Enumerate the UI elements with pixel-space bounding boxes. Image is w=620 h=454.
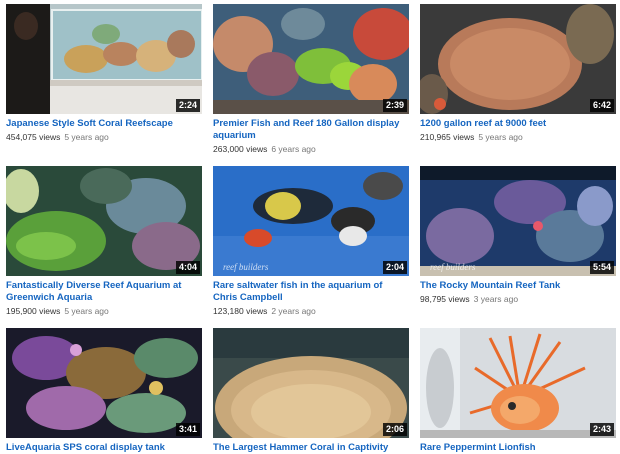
video-thumbnail[interactable]: 2:39 <box>213 4 409 114</box>
video-card: 6:42 1200 gallon reef at 9000 feet 210,9… <box>420 4 616 143</box>
video-thumbnail[interactable]: reef builders 5:54 <box>420 166 616 276</box>
video-card: reef builders 2:04 Rare saltwater fish i… <box>213 166 409 317</box>
video-card: 2:39 Premier Fish and Reef 180 Gallon di… <box>213 4 409 155</box>
thumbnail-image <box>6 4 202 114</box>
view-count: 210,965 views <box>420 132 475 142</box>
video-duration: 4:04 <box>175 261 200 274</box>
video-title-link[interactable]: Fantastically Diverse Reef Aquarium at G… <box>6 280 202 304</box>
video-card: reef builders 5:54 The Rocky Mountain Re… <box>420 166 616 305</box>
thumbnail-image <box>213 328 409 438</box>
video-card: 3:41 LiveAquaria SPS coral display tank <box>6 328 202 454</box>
video-title-link[interactable]: Rare saltwater fish in the aquarium of C… <box>213 280 409 304</box>
video-meta: 195,900 views 5 years ago <box>6 306 202 317</box>
video-duration: 2:24 <box>175 99 200 112</box>
thumbnail-image <box>420 166 616 276</box>
watermark: reef builders <box>430 262 476 272</box>
upload-age: 2 years ago <box>271 306 316 316</box>
video-title-link[interactable]: Premier Fish and Reef 180 Gallon display… <box>213 118 409 142</box>
thumbnail-image <box>6 166 202 276</box>
video-title-link[interactable]: Rare Peppermint Lionfish <box>420 442 616 454</box>
thumbnail-image <box>420 4 616 114</box>
video-title-link[interactable]: Japanese Style Soft Coral Reefscape <box>6 118 202 130</box>
video-meta: 210,965 views 5 years ago <box>420 132 616 143</box>
video-title-link[interactable]: The Largest Hammer Coral in Captivity <box>213 442 409 454</box>
video-duration: 5:54 <box>589 261 614 274</box>
video-duration: 6:42 <box>589 99 614 112</box>
view-count: 263,000 views <box>213 144 268 154</box>
video-duration: 2:04 <box>382 261 407 274</box>
video-title-link[interactable]: The Rocky Mountain Reef Tank <box>420 280 616 292</box>
video-title-link[interactable]: 1200 gallon reef at 9000 feet <box>420 118 616 130</box>
video-thumbnail[interactable]: 2:24 <box>6 4 202 114</box>
view-count: 195,900 views <box>6 306 61 316</box>
video-title-link[interactable]: LiveAquaria SPS coral display tank <box>6 442 202 454</box>
video-meta: 98,795 views 3 years ago <box>420 294 616 305</box>
upload-age: 6 years ago <box>271 144 316 154</box>
video-card: 2:06 The Largest Hammer Coral in Captivi… <box>213 328 409 454</box>
upload-age: 5 years ago <box>64 306 109 316</box>
upload-age: 3 years ago <box>473 294 519 304</box>
video-thumbnail[interactable]: 2:43 <box>420 328 616 438</box>
view-count: 123,180 views <box>213 306 268 316</box>
video-duration: 2:06 <box>382 423 407 436</box>
video-thumbnail[interactable]: reef builders 2:04 <box>213 166 409 276</box>
video-thumbnail[interactable]: 6:42 <box>420 4 616 114</box>
video-meta: 263,000 views 6 years ago <box>213 144 409 155</box>
video-duration: 2:43 <box>589 423 614 436</box>
upload-age: 5 years ago <box>478 132 523 142</box>
thumbnail-image <box>213 166 409 276</box>
video-duration: 3:41 <box>175 423 200 436</box>
video-card: 4:04 Fantastically Diverse Reef Aquarium… <box>6 166 202 317</box>
thumbnail-image <box>420 328 616 438</box>
video-meta: 123,180 views 2 years ago <box>213 306 409 317</box>
video-meta: 454,075 views 5 years ago <box>6 132 202 143</box>
video-card: 2:43 Rare Peppermint Lionfish <box>420 328 616 454</box>
thumbnail-image <box>6 328 202 438</box>
video-thumbnail[interactable]: 2:06 <box>213 328 409 438</box>
view-count: 98,795 views <box>420 294 470 304</box>
video-grid: 2:24 Japanese Style Soft Coral Reefscape… <box>0 0 620 454</box>
upload-age: 5 years ago <box>64 132 109 142</box>
video-thumbnail[interactable]: 3:41 <box>6 328 202 438</box>
thumbnail-image <box>213 4 409 114</box>
video-card: 2:24 Japanese Style Soft Coral Reefscape… <box>6 4 202 143</box>
watermark: reef builders <box>223 262 269 272</box>
view-count: 454,075 views <box>6 132 61 142</box>
video-duration: 2:39 <box>382 99 407 112</box>
video-thumbnail[interactable]: 4:04 <box>6 166 202 276</box>
